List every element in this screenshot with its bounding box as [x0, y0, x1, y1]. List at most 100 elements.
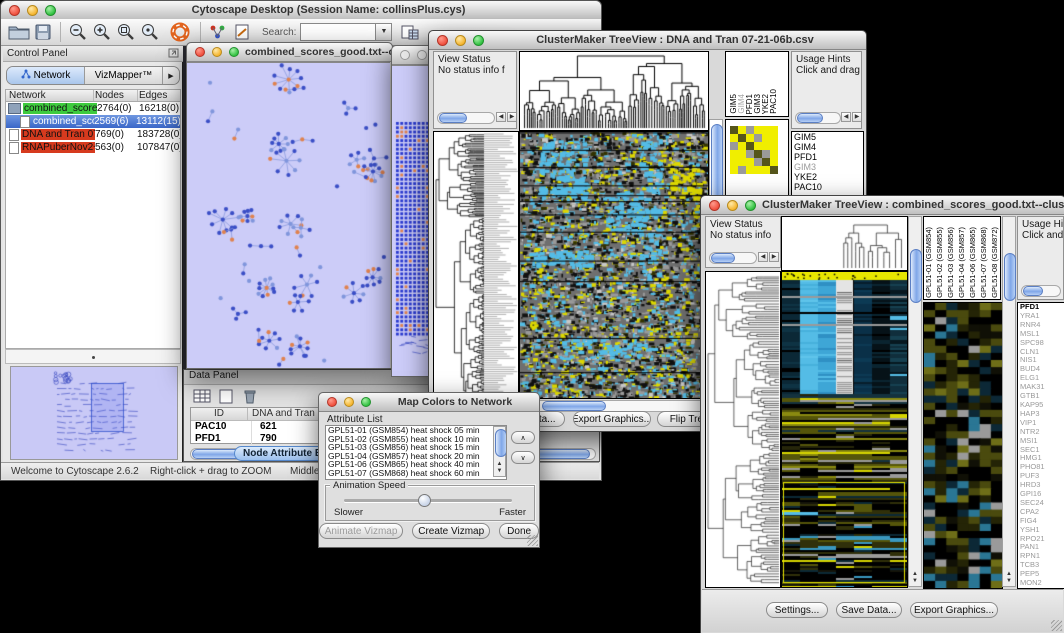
network-list-item[interactable]: combined_sco 2569(6) 13112(15) — [6, 115, 180, 128]
scroll-left-button[interactable]: ◀ — [758, 252, 768, 262]
attribute-item[interactable]: GPL51-02 (GSM855) heat shock 10 min — [326, 435, 492, 444]
mini-heatmap-cell[interactable] — [770, 142, 778, 150]
mini-heatmap-cell[interactable] — [754, 166, 762, 174]
zoom-button[interactable] — [473, 35, 484, 46]
overview-divider[interactable] — [5, 349, 181, 364]
zoom-button[interactable] — [45, 5, 56, 16]
zoom-button[interactable] — [745, 200, 756, 211]
tab-overflow-button[interactable]: ▶ — [163, 67, 179, 84]
zoom-fit-icon[interactable] — [138, 20, 162, 44]
search-dropdown-button[interactable]: ▼ — [376, 23, 392, 41]
mini-heatmap-cell[interactable] — [738, 150, 746, 158]
mini-heatmap-cell[interactable] — [770, 158, 778, 166]
zoom-selected-icon[interactable] — [114, 20, 138, 44]
mini-heatmap-cell[interactable] — [746, 166, 754, 174]
scroll-thumb[interactable] — [910, 249, 922, 303]
mini-heatmap-cell[interactable] — [762, 166, 770, 174]
mini-heatmap-cell[interactable] — [730, 134, 738, 142]
mini-heatmap-cell[interactable] — [770, 126, 778, 134]
animate-vizmap-button[interactable]: Animate Vizmap — [319, 523, 403, 539]
scroll-left-button[interactable]: ◀ — [841, 112, 851, 122]
attribute-item[interactable]: GPL51-01 (GSM854) heat shock 05 min — [326, 426, 492, 435]
mini-heatmap-cell[interactable] — [738, 142, 746, 150]
mini-heatmap-cell[interactable] — [738, 126, 746, 134]
scroll-thumb[interactable] — [1004, 253, 1016, 301]
tv1-column-label[interactable]: PAC10 — [770, 89, 778, 114]
tv2-save-data-button[interactable]: Save Data... — [836, 602, 902, 618]
minimize-button[interactable] — [727, 200, 738, 211]
tv2-status-hscrollbar[interactable] — [709, 252, 757, 264]
minimize-button[interactable] — [417, 50, 427, 60]
scroll-up-arrow[interactable]: ▲ — [1003, 571, 1015, 578]
scroll-right-button[interactable]: ▶ — [507, 112, 517, 122]
network-annotation-icon[interactable] — [206, 20, 230, 44]
close-button[interactable] — [437, 35, 448, 46]
mini-heatmap-cell[interactable] — [746, 158, 754, 166]
mini-heatmap-cell[interactable] — [730, 166, 738, 174]
main-titlebar[interactable]: Cytoscape Desktop (Session Name: collins… — [1, 1, 601, 20]
scroll-thumb[interactable] — [797, 113, 823, 123]
treeview2-titlebar[interactable]: ClusterMaker TreeView : combined_scores_… — [701, 196, 1064, 215]
network-view-canvas[interactable] — [187, 62, 390, 368]
close-button[interactable] — [195, 47, 205, 57]
scroll-thumb[interactable] — [711, 253, 735, 263]
mini-heatmap-cell[interactable] — [746, 142, 754, 150]
mini-heatmap-cell[interactable] — [770, 166, 778, 174]
open-session-icon[interactable] — [7, 20, 31, 44]
mini-heatmap-cell[interactable] — [762, 158, 770, 166]
mini-heatmap-cell[interactable] — [738, 158, 746, 166]
scroll-thumb[interactable] — [495, 429, 507, 457]
mini-heatmap-cell[interactable] — [754, 150, 762, 158]
scroll-down-arrow[interactable]: ▼ — [909, 578, 921, 585]
network-view-titlebar[interactable]: combined_scores_good.txt--cluste... — [187, 43, 392, 62]
gene-label[interactable]: PFD1 — [792, 152, 863, 162]
scroll-left-button[interactable]: ◀ — [496, 112, 506, 122]
column-edges[interactable]: Edges — [138, 90, 180, 101]
minimize-button[interactable] — [455, 35, 466, 46]
scroll-right-button[interactable]: ▶ — [852, 112, 862, 122]
save-session-icon[interactable] — [31, 20, 55, 44]
search-input[interactable] — [300, 23, 376, 41]
attribute-item[interactable]: GPL51-04 (GSM857) heat shock 20 min — [326, 452, 492, 461]
scroll-right-button[interactable]: ▶ — [769, 252, 779, 262]
scroll-up-arrow[interactable]: ▲ — [494, 461, 505, 468]
splitter-handle[interactable] — [92, 356, 95, 359]
mini-heatmap-cell[interactable] — [746, 134, 754, 142]
gene-label[interactable]: GIM3 — [792, 162, 863, 172]
resize-grip[interactable] — [527, 535, 538, 546]
gene-label[interactable]: YKE2 — [792, 172, 863, 182]
scroll-down-arrow[interactable]: ▼ — [494, 468, 505, 475]
attribute-item[interactable]: GPL51-07 (GSM868) heat shock 60 min — [326, 469, 492, 478]
column-network[interactable]: Network — [6, 90, 94, 101]
network-overview-canvas[interactable] — [10, 366, 178, 460]
mini-heatmap-cell[interactable] — [754, 126, 762, 134]
zoom-out-icon[interactable] — [66, 20, 90, 44]
mini-heatmap-cell[interactable] — [730, 142, 738, 150]
minimize-button[interactable] — [344, 397, 354, 407]
delete-attribute-icon[interactable] — [240, 387, 260, 405]
tv1-column-dendrogram[interactable] — [519, 51, 709, 131]
speed-slider-thumb[interactable] — [418, 494, 431, 507]
tab-vizmapper[interactable]: VizMapper™ — [85, 67, 163, 84]
float-window-icon[interactable] — [168, 48, 179, 61]
scroll-thumb[interactable] — [1023, 286, 1043, 296]
move-down-button[interactable]: ∨ — [511, 451, 535, 464]
resize-grip[interactable] — [1051, 620, 1062, 631]
tv2-global-vscrollbar[interactable]: ▲ ▼ — [908, 216, 922, 587]
tv2-export-graphics-button[interactable]: Export Graphics... — [910, 602, 998, 618]
mini-heatmap-cell[interactable] — [754, 142, 762, 150]
tv1-export-graphics-button[interactable]: Export Graphics... — [573, 411, 651, 427]
minimize-button[interactable] — [212, 47, 222, 57]
scroll-thumb[interactable] — [439, 113, 467, 123]
zoom-in-icon[interactable] — [90, 20, 114, 44]
mini-heatmap-cell[interactable] — [746, 126, 754, 134]
gene-label[interactable]: GIM4 — [792, 142, 863, 152]
mini-heatmap-cell[interactable] — [746, 150, 754, 158]
mini-heatmap-cell[interactable] — [770, 150, 778, 158]
tv2-zoom-heatmap[interactable] — [923, 302, 1003, 589]
attribute-list-vscrollbar[interactable]: ▲ ▼ — [493, 426, 506, 477]
close-button[interactable] — [709, 200, 720, 211]
minimize-button[interactable] — [27, 5, 38, 16]
tv1-row-dendrogram[interactable] — [433, 131, 519, 411]
mini-heatmap-cell[interactable] — [770, 134, 778, 142]
